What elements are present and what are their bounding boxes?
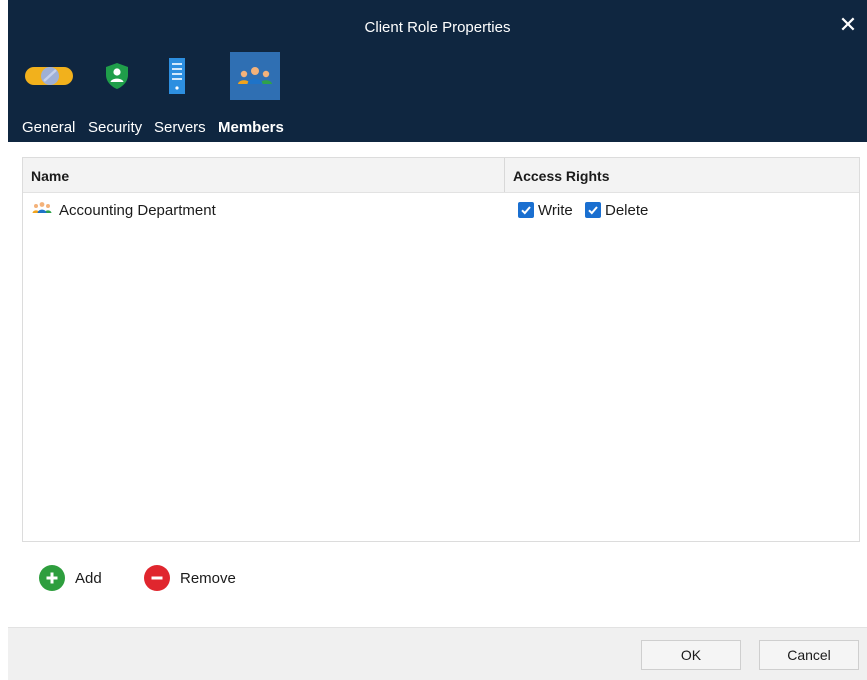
write-checkbox[interactable]	[518, 202, 534, 218]
group-users-icon	[31, 201, 53, 219]
tab-security[interactable]: Security	[88, 52, 148, 142]
add-button[interactable]: Add	[39, 564, 102, 592]
plus-circle-icon	[39, 565, 65, 591]
delete-label: Delete	[605, 201, 649, 219]
tab-members[interactable]: Members	[218, 52, 290, 142]
toggle-icon	[22, 52, 76, 100]
ok-button[interactable]: OK	[641, 640, 741, 670]
tab-servers[interactable]: Servers	[154, 52, 212, 142]
remove-label: Remove	[180, 569, 236, 587]
table-row[interactable]: Accounting Department Write Delete	[23, 193, 859, 227]
member-name-cell: Accounting Department	[31, 193, 216, 227]
title-bar: Client Role Properties ✕ General Securit…	[8, 0, 867, 142]
write-permission[interactable]: Write	[518, 193, 573, 227]
delete-checkbox[interactable]	[585, 202, 601, 218]
delete-permission[interactable]: Delete	[585, 193, 648, 227]
column-header-name[interactable]: Name	[31, 158, 69, 192]
shield-user-icon	[102, 52, 132, 100]
minus-circle-icon	[144, 565, 170, 591]
member-name: Accounting Department	[59, 201, 216, 219]
tab-servers-label: Servers	[154, 119, 206, 136]
column-header-access-rights[interactable]: Access Rights	[513, 158, 609, 192]
window-title: Client Role Properties	[364, 19, 511, 36]
close-button[interactable]: ✕	[835, 12, 861, 38]
dialog-footer: OK Cancel	[8, 627, 867, 680]
grid-header: Name Access Rights	[23, 158, 859, 193]
cancel-button[interactable]: Cancel	[759, 640, 859, 670]
server-icon	[162, 52, 192, 100]
group-users-icon	[230, 52, 280, 100]
write-label: Write	[538, 201, 573, 219]
close-icon: ✕	[838, 12, 858, 37]
tab-members-label: Members	[218, 119, 284, 136]
tab-general-label: General	[22, 119, 76, 136]
column-divider[interactable]	[504, 158, 505, 192]
tab-general[interactable]: General	[22, 52, 80, 142]
tab-security-label: Security	[88, 119, 143, 136]
add-label: Add	[75, 569, 102, 587]
window-left-edge	[0, 0, 8, 679]
members-grid: Name Access Rights Accounting Department	[22, 157, 860, 542]
remove-button[interactable]: Remove	[144, 564, 236, 592]
